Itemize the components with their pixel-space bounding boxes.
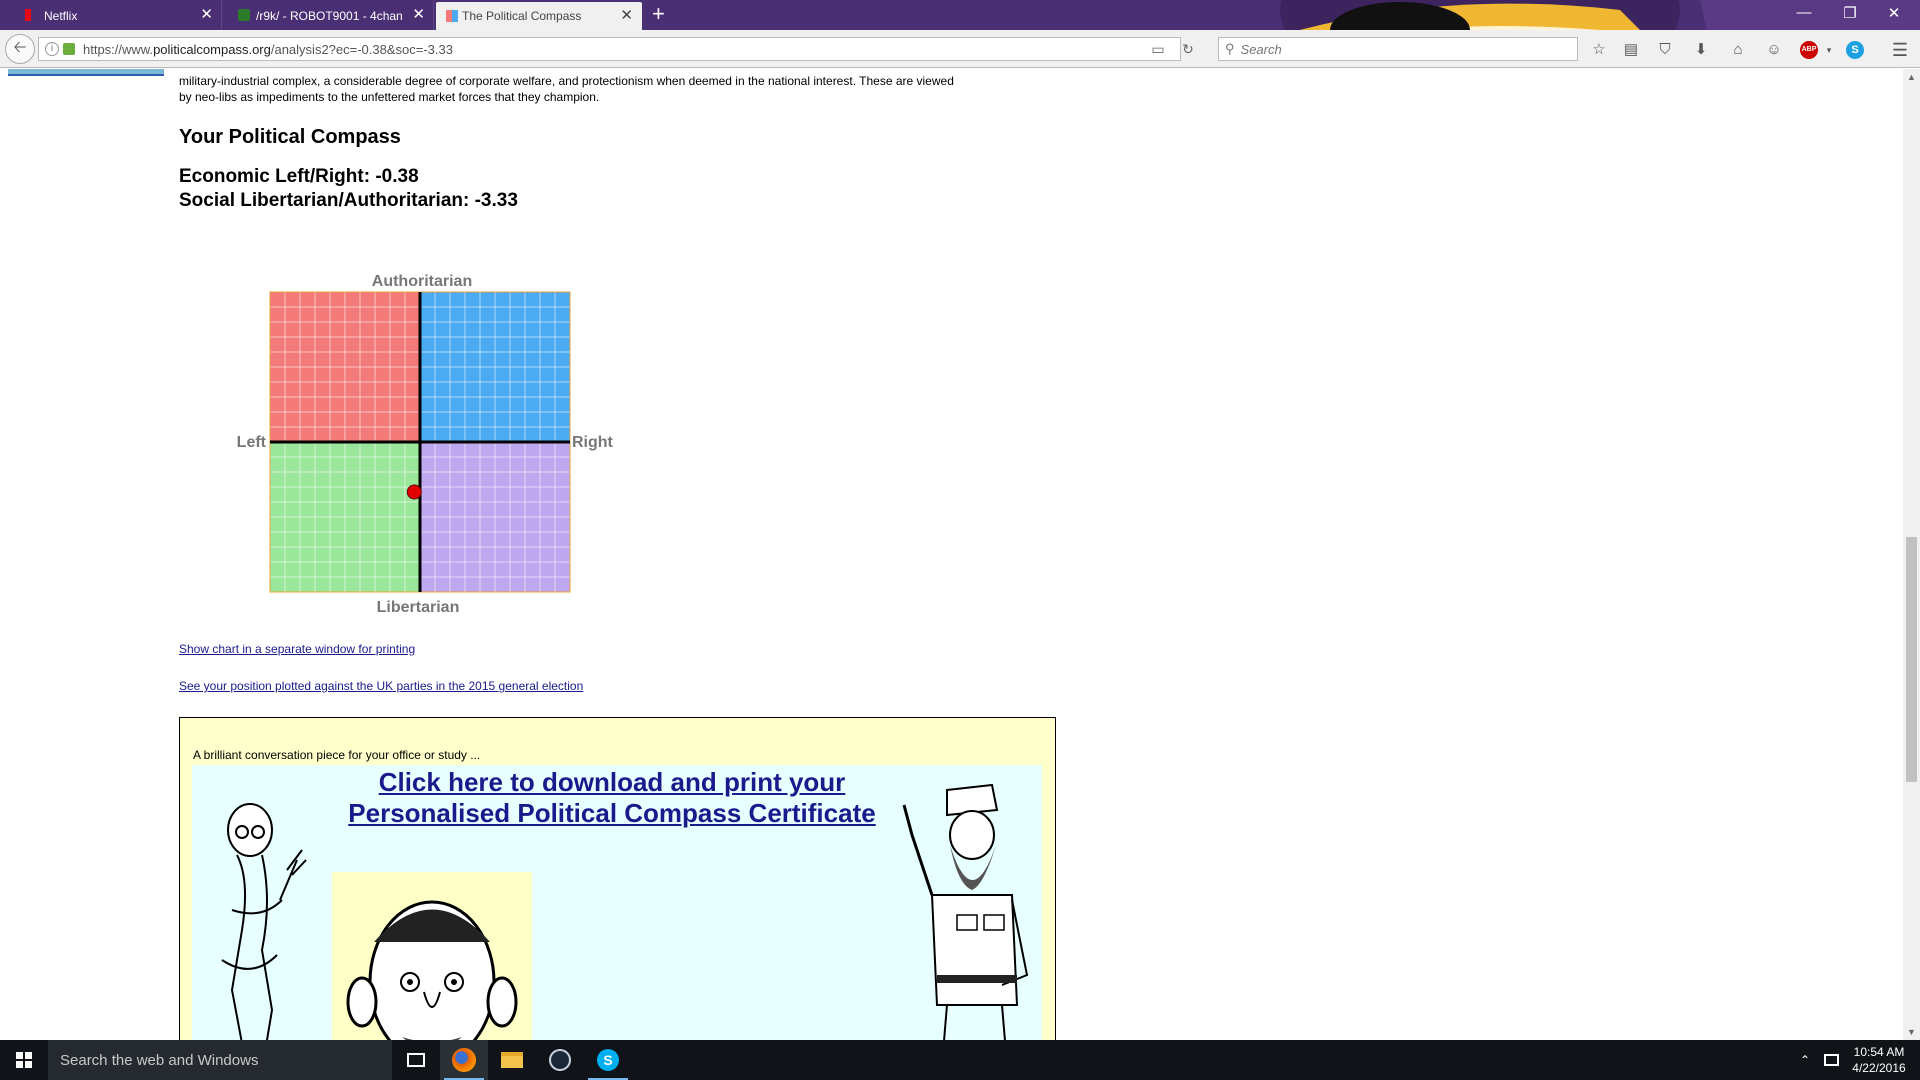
tab-bar: Netflix ✕ /r9k/ - ROBOT9001 - 4chan ✕ Th… (0, 0, 1920, 30)
points (406, 484, 422, 500)
chevron-up-icon: ⌃ (1800, 1053, 1811, 1067)
navigation-bar: 🡠 i https://www.politicalcompass.org/ana… (0, 30, 1920, 68)
economic-score: Economic Left/Right: -0.38 (179, 166, 419, 187)
obama-caricature-image (346, 900, 518, 1040)
url-prefix: https://www. (83, 41, 154, 57)
certificate-title-line: Personalised Political Compass Certifica… (348, 798, 876, 828)
reader-view-icon[interactable]: ▭ (1149, 41, 1167, 57)
skype-icon[interactable]: S (1846, 41, 1864, 59)
windows-taskbar: Search the web and Windows S ⌃ 10:54 AM … (0, 1040, 1920, 1080)
url-bar[interactable]: i https://www.politicalcompass.org/analy… (38, 37, 1194, 61)
tab-4chan[interactable]: /r9k/ - ROBOT9001 - 4chan ✕ (222, 1, 434, 30)
certificate-caption: A brilliant conversation piece for your … (193, 748, 481, 762)
intro-line: by neo-libs as impediments to the unfett… (179, 90, 600, 104)
close-icon[interactable]: ✕ (620, 8, 633, 23)
reload-icon[interactable]: ↻ (1179, 41, 1197, 57)
authoritarian-label: Authoritarian (372, 273, 472, 290)
adblock-dropdown-icon[interactable]: ▾ (1819, 40, 1839, 60)
search-bar[interactable]: ⚲ (1218, 37, 1578, 61)
clock-date: 4/22/2016 (1852, 1061, 1906, 1075)
scroll-down-icon[interactable]: ▼ (1907, 1027, 1916, 1037)
windows-logo-icon (16, 1052, 32, 1068)
intro-line: military-industrial complex, a considera… (179, 74, 954, 88)
tab-title: /r9k/ - ROBOT9001 - 4chan (256, 8, 403, 23)
steam-icon (549, 1049, 571, 1071)
tab-netflix[interactable]: Netflix ✕ (0, 1, 222, 30)
vertical-scrollbar[interactable]: ▲ ▼ (1903, 69, 1920, 1040)
task-view-icon (407, 1053, 425, 1067)
download-icon[interactable]: ⬇ (1691, 40, 1711, 60)
position-marker (406, 484, 422, 500)
portrait-frame (332, 872, 532, 1040)
social-score: Social Libertarian/Authoritarian: -3.33 (179, 190, 518, 211)
page-content: military-industrial complex, a considera… (0, 69, 1920, 1040)
clock-time: 10:54 AM (1853, 1045, 1905, 1059)
close-icon[interactable]: ✕ (200, 7, 213, 22)
taskbar-skype[interactable]: S (584, 1040, 632, 1080)
castro-caricature-image (902, 783, 1029, 1040)
search-input[interactable] (1240, 41, 1561, 57)
taskbar-steam[interactable] (536, 1040, 584, 1080)
pocket-icon[interactable]: ⛉ (1655, 40, 1675, 60)
compass-icon (446, 10, 458, 22)
intro-text: military-industrial complex, a considera… (179, 73, 1024, 105)
close-icon[interactable]: ✕ (412, 7, 425, 22)
home-icon[interactable]: ⌂ (1728, 40, 1748, 60)
left-label: Left (237, 434, 267, 451)
tab-political-compass[interactable]: The Political Compass ✕ (436, 2, 642, 30)
reading-list-icon[interactable]: ▤ (1621, 40, 1641, 60)
certificate-banner[interactable]: Click here to download and print your Pe… (192, 765, 1042, 1040)
certificate-title-line: Click here to download and print your (378, 767, 846, 797)
gandhi-caricature-image (221, 803, 307, 1040)
print-chart-link[interactable]: Show chart in a separate window for prin… (179, 642, 415, 656)
new-tab-button[interactable]: + (652, 3, 665, 25)
political-compass-chart: Authoritarian Libertarian Left Right (237, 273, 614, 616)
system-clock[interactable]: 10:54 AM 4/22/2016 (1848, 1044, 1910, 1076)
certificate-download-link[interactable]: Click here to download and print your Pe… (312, 767, 912, 829)
libertarian-label: Libertarian (377, 599, 460, 616)
uk-parties-link[interactable]: See your position plotted against the UK… (179, 679, 583, 693)
notification-icon (1824, 1054, 1839, 1066)
tab-title: Netflix (44, 8, 78, 23)
search-icon: ⚲ (1225, 41, 1235, 56)
nav-tab-fragment (8, 69, 164, 76)
lock-icon[interactable] (63, 43, 75, 55)
back-arrow-icon: 🡠 (13, 38, 27, 56)
folder-icon (501, 1052, 523, 1068)
scrollbar-thumb[interactable] (1906, 537, 1917, 782)
certificate-promo: A brilliant conversation piece for your … (179, 717, 1056, 1040)
4chan-icon (238, 9, 250, 21)
minimize-button[interactable]: — (1794, 4, 1814, 21)
start-button[interactable] (0, 1040, 48, 1080)
task-view-button[interactable] (392, 1040, 440, 1080)
firefox-icon (452, 1048, 476, 1072)
url-domain: politicalcompass.org (153, 41, 271, 57)
url-path: /analysis2?ec=-0.38&soc=-3.33 (270, 41, 453, 57)
restore-button[interactable]: ❐ (1840, 4, 1860, 22)
smiley-icon[interactable]: ☺ (1764, 40, 1784, 60)
taskbar-search[interactable]: Search the web and Windows (48, 1040, 392, 1080)
info-icon[interactable]: i (45, 42, 59, 56)
url-text[interactable]: https://www.politicalcompass.org/analysi… (83, 42, 453, 57)
taskbar-file-explorer[interactable] (488, 1040, 536, 1080)
close-window-button[interactable]: ✕ (1884, 4, 1904, 22)
menu-icon[interactable]: ☰ (1890, 40, 1910, 60)
skype-icon: S (597, 1049, 619, 1071)
show-hidden-icons-button[interactable]: ⌃ (1800, 1040, 1810, 1080)
compass-heading: Your Political Compass (179, 126, 401, 148)
adblock-icon[interactable]: ABP (1800, 41, 1818, 59)
taskbar-firefox[interactable] (440, 1040, 488, 1080)
action-center-button[interactable] (1824, 1040, 1839, 1080)
netflix-icon (25, 9, 31, 21)
back-button[interactable]: 🡠 (5, 34, 35, 64)
tab-title: The Political Compass (462, 9, 582, 23)
right-label: Right (572, 434, 614, 451)
scroll-up-icon[interactable]: ▲ (1907, 72, 1916, 82)
taskbar-search-placeholder: Search the web and Windows (60, 1051, 259, 1069)
bookmark-star-icon[interactable]: ☆ (1589, 40, 1609, 60)
